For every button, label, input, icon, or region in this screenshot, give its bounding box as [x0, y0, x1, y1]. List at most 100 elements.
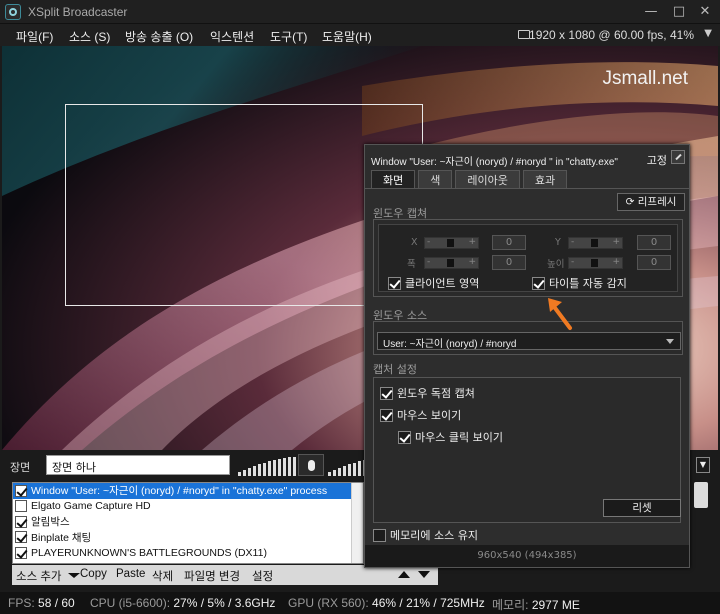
auto-title-checkbox[interactable]: 타이틀 자동 감지	[532, 275, 627, 291]
exclusive-capture-label: 윈도우 독점 캡쳐	[397, 387, 475, 400]
fps-label: FPS:	[8, 596, 35, 610]
menu-sources[interactable]: 소스 (S)	[69, 28, 110, 45]
height-value-input[interactable]: 0	[637, 255, 671, 270]
source-checkbox[interactable]	[15, 515, 27, 528]
y-value-input[interactable]: 0	[637, 235, 671, 250]
memory-value: 2977 ME	[531, 598, 580, 612]
list-item[interactable]: Window "User: ~자근이 (noryd) / #noryd" in …	[13, 483, 363, 499]
scene-name-input[interactable]: 장면 하나	[46, 455, 230, 475]
chevron-down-icon[interactable]	[68, 573, 80, 578]
copy-button[interactable]: Copy	[80, 568, 107, 580]
move-up-icon[interactable]	[398, 571, 410, 578]
window-source-value: User: ~자근이 (noryd) / #noryd	[383, 339, 517, 350]
gpu-status: GPU (RX 560): 46% / 21% / 725MHz	[288, 596, 485, 610]
source-checkbox[interactable]	[15, 500, 27, 513]
refresh-button[interactable]: ⟳ 리프레시	[617, 193, 685, 211]
source-properties-dialog: Window "User: ~자근이 (noryd) / #noryd " in…	[364, 144, 690, 568]
checkbox-box[interactable]	[398, 430, 411, 444]
memory-status: 메모리: 2977 ME	[492, 596, 580, 613]
width-slider[interactable]: - +	[424, 257, 479, 269]
x-value-input[interactable]: 0	[492, 235, 526, 250]
refresh-icon: ⟳	[625, 196, 638, 208]
menu-tools[interactable]: 도구(T)	[270, 28, 307, 45]
minimize-button[interactable]: —	[638, 2, 664, 22]
paste-button[interactable]: Paste	[116, 568, 145, 580]
dialog-footer: 960x540 (494x385)	[365, 545, 689, 567]
client-area-label: 클라이언트 영역	[405, 277, 480, 290]
list-item[interactable]: Elgato Game Capture HD	[13, 499, 363, 515]
chevron-down-icon	[666, 339, 674, 344]
checkbox-box[interactable]	[380, 408, 393, 422]
source-label: Elgato Game Capture HD	[31, 500, 151, 513]
app-logo-icon	[5, 4, 21, 20]
dialog-tabs: 화면 색 레이아웃 효과	[371, 170, 568, 188]
checkbox-box[interactable]	[532, 276, 545, 290]
pin-label: 고정	[646, 154, 667, 167]
source-label: Binplate 채팅	[31, 531, 92, 544]
gpu-value: 46% / 21% / 725MHz	[372, 596, 485, 610]
delete-button[interactable]: 삭제	[152, 568, 173, 584]
tab-effects[interactable]: 효과	[522, 170, 568, 188]
menu-extensions[interactable]: 익스텐션	[210, 28, 254, 45]
exclusive-capture-checkbox[interactable]: 윈도우 독점 캡쳐	[380, 385, 475, 401]
settings-button[interactable]: 설정	[252, 568, 273, 584]
reset-button[interactable]: 리셋	[603, 499, 681, 517]
window-capture-group: X - + 0 Y - + 0 폭 - + 0 높이 - + 0 클라이언트 영역 타이…	[373, 219, 683, 297]
move-down-icon[interactable]	[418, 571, 430, 578]
scene-dropdown-button[interactable]: ▼	[696, 457, 710, 473]
chevron-down-icon[interactable]: ▼	[704, 28, 712, 39]
scene-label: 장면	[10, 461, 31, 474]
checkbox-box[interactable]	[380, 386, 393, 400]
show-mouse-checkbox[interactable]: 마우스 보이기	[380, 407, 461, 423]
app-title: XSplit Broadcaster	[28, 5, 128, 19]
client-area-checkbox[interactable]: 클라이언트 영역	[388, 275, 479, 291]
x-slider[interactable]: - +	[424, 237, 479, 249]
add-source-button[interactable]: 소스 추가	[16, 568, 62, 584]
y-slider[interactable]: - +	[568, 237, 623, 249]
keep-in-memory-label: 메모리에 소스 유지	[390, 529, 478, 542]
cpu-value: 27% / 5% / 3.6GHz	[173, 596, 276, 610]
show-mouse-clicks-checkbox[interactable]: 마우스 클릭 보이기	[398, 429, 503, 445]
window-source-select[interactable]: User: ~자근이 (noryd) / #noryd	[377, 332, 681, 350]
source-toolbar: 소스 추가 Copy Paste 삭제 파일명 변경 설정	[12, 565, 438, 585]
capture-settings-title: 캡처 설정	[373, 363, 417, 376]
x-label: X	[411, 237, 418, 248]
tab-divider	[365, 188, 689, 189]
fps-status: FPS: 58 / 60	[8, 596, 75, 610]
close-button[interactable]: ✕	[692, 2, 718, 22]
source-label: 알림박스	[31, 516, 70, 529]
checkbox-box[interactable]	[388, 276, 401, 290]
keep-in-memory-checkbox[interactable]: 메모리에 소스 유지	[373, 527, 478, 543]
width-label: 폭	[407, 259, 416, 270]
gpu-label: GPU (RX 560):	[288, 596, 369, 610]
y-label: Y	[555, 237, 561, 248]
rename-button[interactable]: 파일명 변경	[184, 568, 240, 584]
microphone-icon[interactable]	[298, 454, 324, 476]
side-panel-scroll[interactable]	[694, 482, 708, 508]
checkbox-box[interactable]	[373, 528, 386, 542]
speaker-volume-meter[interactable]	[238, 456, 306, 476]
source-checkbox[interactable]	[15, 531, 27, 544]
dialog-title: Window "User: ~자근이 (noryd) / #noryd " in…	[371, 157, 618, 168]
tab-color[interactable]: 색	[418, 170, 453, 188]
fps-value: 58 / 60	[38, 596, 75, 610]
refresh-label: 리프레시	[637, 196, 677, 208]
menu-broadcast[interactable]: 방송 송출 (O)	[125, 28, 193, 45]
width-value-input[interactable]: 0	[492, 255, 526, 270]
tab-screen[interactable]: 화면	[371, 170, 416, 188]
menu-help[interactable]: 도움말(H)	[322, 28, 372, 45]
source-checkbox[interactable]	[15, 546, 27, 559]
list-item[interactable]: Binplate 채팅	[13, 530, 363, 546]
list-item[interactable]: PLAYERUNKNOWN'S BATTLEGROUNDS (DX11)	[13, 545, 363, 561]
memory-label: 메모리:	[492, 598, 529, 612]
list-item[interactable]: 알림박스	[13, 514, 363, 530]
height-slider[interactable]: - +	[568, 257, 623, 269]
resolution-info[interactable]: 1920 x 1080 @ 60.00 fps, 41%	[529, 28, 694, 42]
maximize-button[interactable]: □	[666, 2, 692, 22]
pin-icon[interactable]	[671, 150, 685, 164]
tab-layout[interactable]: 레이아웃	[455, 170, 520, 188]
menu-file[interactable]: 파일(F)	[16, 28, 53, 45]
source-list[interactable]: Window "User: ~자근이 (noryd) / #noryd" in …	[12, 482, 364, 564]
source-list-scrollbar[interactable]	[351, 483, 363, 563]
source-checkbox[interactable]	[15, 484, 27, 497]
